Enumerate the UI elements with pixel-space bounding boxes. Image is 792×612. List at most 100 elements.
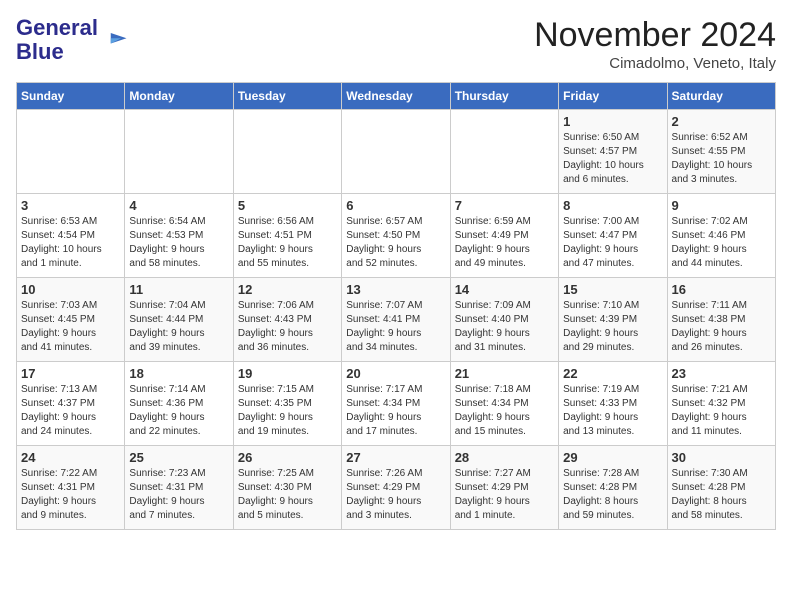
day-number: 2 bbox=[672, 114, 771, 129]
calendar-cell bbox=[342, 110, 450, 194]
day-number: 14 bbox=[455, 282, 554, 297]
day-number: 11 bbox=[129, 282, 228, 297]
day-info: Sunrise: 7:22 AM Sunset: 4:31 PM Dayligh… bbox=[21, 467, 120, 523]
calendar-cell: 15 Sunrise: 7:10 AM Sunset: 4:39 PM Dayli… bbox=[559, 278, 667, 362]
day-number: 8 bbox=[563, 198, 662, 213]
day-number: 18 bbox=[129, 366, 228, 381]
day-info: Sunrise: 7:27 AM Sunset: 4:29 PM Dayligh… bbox=[455, 467, 554, 523]
calendar-cell: 7Sunrise: 6:59 AM Sunset: 4:49 PM Daylig… bbox=[450, 194, 558, 278]
calendar-cell: 26 Sunrise: 7:25 AM Sunset: 4:30 PM Dayli… bbox=[233, 446, 341, 530]
calendar-header: SundayMondayTuesdayWednesdayThursdayFrid… bbox=[17, 83, 776, 110]
weekday-header: Sunday bbox=[17, 83, 125, 110]
day-info: Sunrise: 7:00 AM Sunset: 4:47 PM Dayligh… bbox=[563, 215, 662, 271]
day-info: Sunrise: 6:54 AM Sunset: 4:53 PM Dayligh… bbox=[129, 215, 228, 271]
day-number: 13 bbox=[346, 282, 445, 297]
calendar-cell: 8 Sunrise: 7:00 AM Sunset: 4:47 PM Daylig… bbox=[559, 194, 667, 278]
weekday-header: Friday bbox=[559, 83, 667, 110]
day-info: Sunrise: 6:52 AM Sunset: 4:55 PM Dayligh… bbox=[672, 131, 771, 187]
logo-icon bbox=[102, 26, 130, 54]
day-info: Sunrise: 6:57 AM Sunset: 4:50 PM Dayligh… bbox=[346, 215, 445, 271]
day-number: 21 bbox=[455, 366, 554, 381]
day-number: 1 bbox=[563, 114, 662, 129]
calendar-table: SundayMondayTuesdayWednesdayThursdayFrid… bbox=[16, 82, 776, 530]
calendar-cell: 19 Sunrise: 7:15 AM Sunset: 4:35 PM Dayli… bbox=[233, 362, 341, 446]
day-number: 29 bbox=[563, 450, 662, 465]
day-info: Sunrise: 7:14 AM Sunset: 4:36 PM Dayligh… bbox=[129, 383, 228, 439]
day-number: 26 bbox=[238, 450, 337, 465]
calendar-cell: 10 Sunrise: 7:03 AM Sunset: 4:45 PM Dayli… bbox=[17, 278, 125, 362]
calendar-cell: 29 Sunrise: 7:28 AM Sunset: 4:28 PM Dayli… bbox=[559, 446, 667, 530]
calendar-week: 1 Sunrise: 6:50 AM Sunset: 4:57 PM Daylig… bbox=[17, 110, 776, 194]
weekday-header: Thursday bbox=[450, 83, 558, 110]
day-number: 4 bbox=[129, 198, 228, 213]
calendar-cell bbox=[125, 110, 233, 194]
title-block: November 2024 Cimadolmo, Veneto, Italy bbox=[534, 16, 776, 72]
calendar-week: 10 Sunrise: 7:03 AM Sunset: 4:45 PM Dayli… bbox=[17, 278, 776, 362]
month-title: November 2024 bbox=[534, 16, 776, 55]
logo-text: General Blue bbox=[16, 16, 98, 64]
calendar-week: 17 Sunrise: 7:13 AM Sunset: 4:37 PM Dayli… bbox=[17, 362, 776, 446]
day-info: Sunrise: 7:15 AM Sunset: 4:35 PM Dayligh… bbox=[238, 383, 337, 439]
day-number: 3 bbox=[21, 198, 120, 213]
day-number: 16 bbox=[672, 282, 771, 297]
calendar-week: 24Sunrise: 7:22 AM Sunset: 4:31 PM Dayli… bbox=[17, 446, 776, 530]
day-info: Sunrise: 7:03 AM Sunset: 4:45 PM Dayligh… bbox=[21, 299, 120, 355]
day-info: Sunrise: 7:28 AM Sunset: 4:28 PM Dayligh… bbox=[563, 467, 662, 523]
calendar-cell: 1 Sunrise: 6:50 AM Sunset: 4:57 PM Daylig… bbox=[559, 110, 667, 194]
calendar-cell: 11 Sunrise: 7:04 AM Sunset: 4:44 PM Dayli… bbox=[125, 278, 233, 362]
day-number: 5 bbox=[238, 198, 337, 213]
calendar-cell: 6 Sunrise: 6:57 AM Sunset: 4:50 PM Daylig… bbox=[342, 194, 450, 278]
day-number: 10 bbox=[21, 282, 120, 297]
day-info: Sunrise: 6:56 AM Sunset: 4:51 PM Dayligh… bbox=[238, 215, 337, 271]
location: Cimadolmo, Veneto, Italy bbox=[534, 55, 776, 72]
calendar-cell: 25Sunrise: 7:23 AM Sunset: 4:31 PM Dayli… bbox=[125, 446, 233, 530]
day-info: Sunrise: 6:53 AM Sunset: 4:54 PM Dayligh… bbox=[21, 215, 120, 271]
logo-line1: General bbox=[16, 15, 98, 40]
day-info: Sunrise: 7:07 AM Sunset: 4:41 PM Dayligh… bbox=[346, 299, 445, 355]
day-info: Sunrise: 7:25 AM Sunset: 4:30 PM Dayligh… bbox=[238, 467, 337, 523]
calendar-week: 3 Sunrise: 6:53 AM Sunset: 4:54 PM Daylig… bbox=[17, 194, 776, 278]
calendar-cell: 30Sunrise: 7:30 AM Sunset: 4:28 PM Dayli… bbox=[667, 446, 775, 530]
day-info: Sunrise: 7:09 AM Sunset: 4:40 PM Dayligh… bbox=[455, 299, 554, 355]
weekday-header: Tuesday bbox=[233, 83, 341, 110]
calendar-cell bbox=[233, 110, 341, 194]
calendar-cell: 17 Sunrise: 7:13 AM Sunset: 4:37 PM Dayli… bbox=[17, 362, 125, 446]
day-number: 12 bbox=[238, 282, 337, 297]
weekday-header: Wednesday bbox=[342, 83, 450, 110]
day-number: 30 bbox=[672, 450, 771, 465]
day-number: 25 bbox=[129, 450, 228, 465]
day-info: Sunrise: 7:10 AM Sunset: 4:39 PM Dayligh… bbox=[563, 299, 662, 355]
calendar-cell: 9Sunrise: 7:02 AM Sunset: 4:46 PM Daylig… bbox=[667, 194, 775, 278]
day-number: 17 bbox=[21, 366, 120, 381]
calendar-cell: 4 Sunrise: 6:54 AM Sunset: 4:53 PM Daylig… bbox=[125, 194, 233, 278]
calendar-cell bbox=[450, 110, 558, 194]
day-number: 20 bbox=[346, 366, 445, 381]
day-number: 9 bbox=[672, 198, 771, 213]
calendar-cell: 3 Sunrise: 6:53 AM Sunset: 4:54 PM Daylig… bbox=[17, 194, 125, 278]
logo-line2: Blue bbox=[16, 39, 64, 64]
day-number: 6 bbox=[346, 198, 445, 213]
day-info: Sunrise: 7:17 AM Sunset: 4:34 PM Dayligh… bbox=[346, 383, 445, 439]
calendar-cell: 27Sunrise: 7:26 AM Sunset: 4:29 PM Dayli… bbox=[342, 446, 450, 530]
day-number: 28 bbox=[455, 450, 554, 465]
day-info: Sunrise: 6:50 AM Sunset: 4:57 PM Dayligh… bbox=[563, 131, 662, 187]
day-info: Sunrise: 7:26 AM Sunset: 4:29 PM Dayligh… bbox=[346, 467, 445, 523]
calendar-cell: 13 Sunrise: 7:07 AM Sunset: 4:41 PM Dayli… bbox=[342, 278, 450, 362]
calendar-cell: 2 Sunrise: 6:52 AM Sunset: 4:55 PM Daylig… bbox=[667, 110, 775, 194]
calendar-cell: 28 Sunrise: 7:27 AM Sunset: 4:29 PM Dayli… bbox=[450, 446, 558, 530]
calendar-cell: 24Sunrise: 7:22 AM Sunset: 4:31 PM Dayli… bbox=[17, 446, 125, 530]
weekday-header: Saturday bbox=[667, 83, 775, 110]
day-info: Sunrise: 7:06 AM Sunset: 4:43 PM Dayligh… bbox=[238, 299, 337, 355]
day-info: Sunrise: 7:04 AM Sunset: 4:44 PM Dayligh… bbox=[129, 299, 228, 355]
calendar-cell: 23Sunrise: 7:21 AM Sunset: 4:32 PM Dayli… bbox=[667, 362, 775, 446]
day-info: Sunrise: 7:21 AM Sunset: 4:32 PM Dayligh… bbox=[672, 383, 771, 439]
page-header: General Blue November 2024 Cimadolmo, Ve… bbox=[16, 16, 776, 72]
weekday-row: SundayMondayTuesdayWednesdayThursdayFrid… bbox=[17, 83, 776, 110]
day-number: 15 bbox=[563, 282, 662, 297]
calendar-cell: 20 Sunrise: 7:17 AM Sunset: 4:34 PM Dayli… bbox=[342, 362, 450, 446]
day-info: Sunrise: 7:13 AM Sunset: 4:37 PM Dayligh… bbox=[21, 383, 120, 439]
calendar-cell: 5 Sunrise: 6:56 AM Sunset: 4:51 PM Daylig… bbox=[233, 194, 341, 278]
day-info: Sunrise: 6:59 AM Sunset: 4:49 PM Dayligh… bbox=[455, 215, 554, 271]
day-number: 19 bbox=[238, 366, 337, 381]
logo: General Blue bbox=[16, 16, 130, 64]
